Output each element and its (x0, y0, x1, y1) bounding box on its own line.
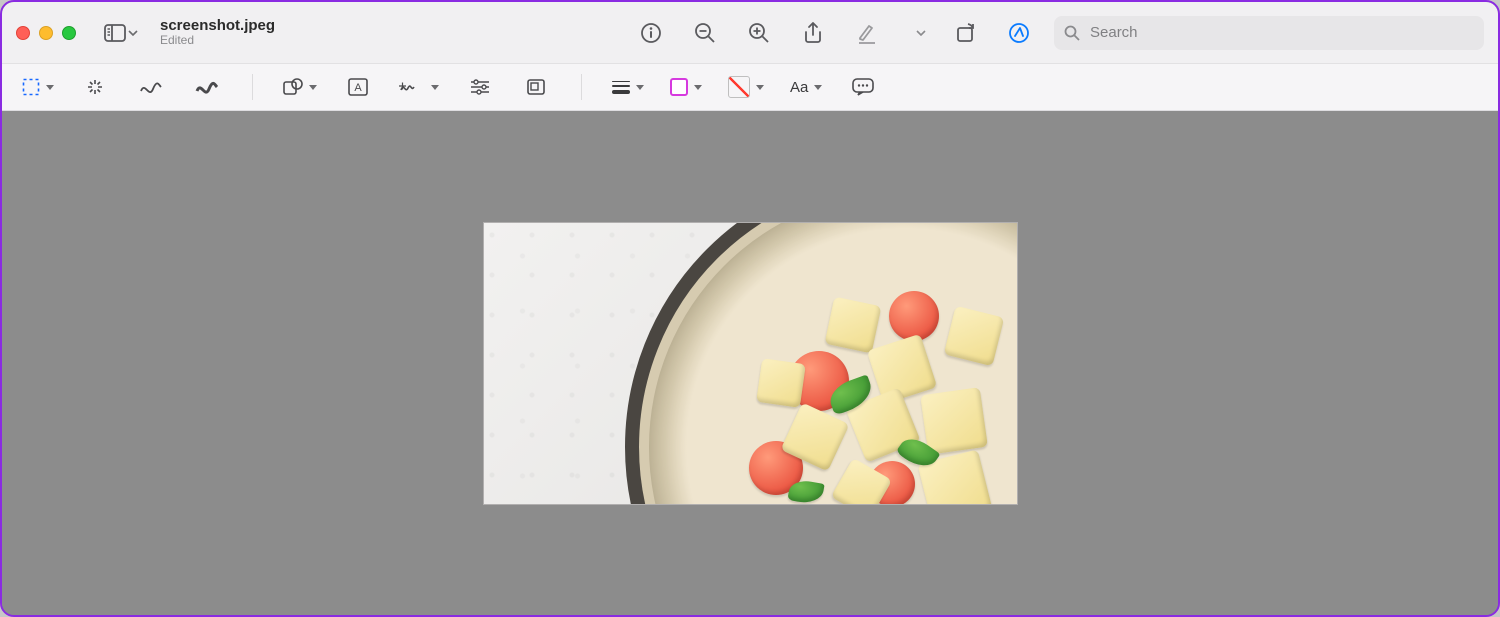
border-color-swatch-icon (670, 78, 688, 96)
share-button[interactable] (794, 14, 832, 52)
zoom-out-button[interactable] (686, 14, 724, 52)
minimize-window-button[interactable] (39, 26, 53, 40)
cheese-cube (920, 387, 988, 455)
cheese-cube (943, 305, 1004, 366)
text-icon: A (348, 78, 368, 96)
caption-icon (852, 78, 874, 96)
sign-tool[interactable] (399, 71, 439, 103)
sidebar-toggle-button[interactable] (98, 14, 144, 52)
sidebar-icon (104, 24, 126, 42)
font-style-label: Aa (790, 79, 808, 96)
close-window-button[interactable] (16, 26, 30, 40)
line-weight-tool[interactable] (612, 71, 644, 103)
instant-alpha-tool[interactable] (80, 71, 110, 103)
svg-text:A: A (354, 82, 362, 94)
chevron-down-icon (128, 30, 138, 36)
selection-tool[interactable] (22, 71, 54, 103)
search-input[interactable] (1088, 23, 1474, 42)
file-name: screenshot.jpeg (160, 17, 275, 34)
share-icon (803, 21, 823, 45)
shapes-icon (283, 78, 303, 96)
markup-button[interactable] (1000, 14, 1038, 52)
zoom-in-button[interactable] (740, 14, 778, 52)
line-weight-icon (612, 81, 630, 94)
draw-icon (195, 79, 219, 95)
rotate-icon (954, 22, 976, 44)
tomato (889, 291, 939, 341)
chevron-down-icon (916, 30, 926, 36)
search-field[interactable] (1054, 16, 1484, 50)
draw-tool[interactable] (192, 71, 222, 103)
rotate-button[interactable] (946, 14, 984, 52)
text-tool[interactable]: A (343, 71, 373, 103)
highlight-button[interactable] (848, 14, 886, 52)
markup-toolbar: A Aa (2, 64, 1498, 111)
markup-icon (1008, 22, 1030, 44)
cheese-cube (756, 358, 806, 408)
separator (252, 74, 253, 100)
canvas-area[interactable] (2, 111, 1498, 615)
zoom-in-icon (748, 22, 770, 44)
adjust-color-tool[interactable] (465, 71, 495, 103)
sign-icon (399, 80, 425, 94)
crop-tool[interactable] (521, 71, 551, 103)
wand-icon (85, 77, 105, 97)
edited-image[interactable] (483, 222, 1018, 505)
fill-color-swatch-icon (728, 76, 750, 98)
fullscreen-window-button[interactable] (62, 26, 76, 40)
selection-icon (22, 78, 40, 96)
fill-color-tool[interactable] (728, 71, 764, 103)
shapes-tool[interactable] (283, 71, 317, 103)
titlebar: screenshot.jpeg Edited (2, 2, 1498, 64)
zoom-out-icon (694, 22, 716, 44)
info-button[interactable] (632, 14, 670, 52)
traffic-lights (16, 26, 76, 40)
caption-tool[interactable] (848, 71, 878, 103)
sliders-icon (470, 79, 490, 95)
search-icon (1064, 25, 1080, 41)
document-title: screenshot.jpeg Edited (160, 17, 275, 48)
crop-icon (526, 78, 546, 96)
cheese-cube (824, 296, 881, 353)
sketch-tool[interactable] (136, 71, 166, 103)
separator (581, 74, 582, 100)
file-status: Edited (160, 34, 275, 48)
border-color-tool[interactable] (670, 71, 702, 103)
font-style-tool[interactable]: Aa (790, 71, 822, 103)
highlight-menu-button[interactable] (912, 14, 930, 52)
info-icon (640, 22, 662, 44)
preview-window: screenshot.jpeg Edited (0, 0, 1500, 617)
pencil-icon (857, 22, 877, 44)
sketch-icon (139, 79, 163, 95)
